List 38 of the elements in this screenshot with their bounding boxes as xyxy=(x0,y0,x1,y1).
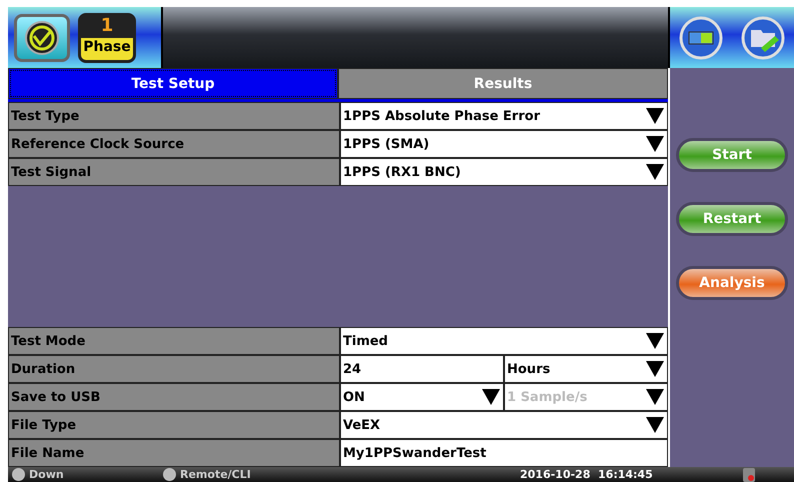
field-label: Test Signal xyxy=(8,158,340,186)
field-label: Save to USB xyxy=(8,383,340,411)
field-label: File Name xyxy=(8,439,340,467)
phase-test-badge[interactable]: 1 Phase xyxy=(78,12,136,62)
dropdown-arrow-icon xyxy=(645,135,665,153)
date-time: 2016-10-28 16:14:45 xyxy=(520,468,653,481)
dropdown-field[interactable]: Timed xyxy=(340,327,668,355)
dropdown-arrow-icon xyxy=(645,163,665,181)
field-label: Reference Clock Source xyxy=(8,130,340,158)
dropdown-field[interactable]: ON xyxy=(340,383,504,411)
input-field[interactable]: My1PPSwanderTest xyxy=(340,439,668,467)
remote-status-text: Remote/CLI xyxy=(180,468,252,481)
field-label: Duration xyxy=(8,355,340,383)
ip-status-icon xyxy=(12,468,25,481)
remote-status-icon xyxy=(163,468,176,481)
input-field[interactable]: 24 xyxy=(340,355,504,383)
dropdown-arrow-icon xyxy=(645,416,665,434)
tab[interactable]: Results xyxy=(338,68,668,99)
field-label: Test Mode xyxy=(8,327,340,355)
dropdown-field[interactable]: VeEX xyxy=(340,411,668,439)
usb-folder-icon[interactable] xyxy=(741,16,785,60)
dropdown-field[interactable]: 1PPS (RX1 BNC) xyxy=(340,158,668,186)
dropdown-arrow-icon xyxy=(645,360,665,378)
dropdown-arrow-icon xyxy=(645,107,665,125)
logo-icon xyxy=(24,20,60,56)
battery-icon[interactable] xyxy=(679,16,723,60)
dropdown-arrow-icon xyxy=(481,388,501,406)
device-icon xyxy=(742,468,755,482)
tab[interactable]: Test Setup xyxy=(8,68,338,99)
field-label: Test Type xyxy=(8,102,340,130)
home-button[interactable] xyxy=(14,14,70,62)
dropdown-field[interactable]: 1PPS (SMA) xyxy=(340,130,668,158)
dropdown-field[interactable]: 1PPS Absolute Phase Error xyxy=(340,102,668,130)
dropdown-arrow-icon xyxy=(645,388,665,406)
dropdown-field[interactable]: Hours xyxy=(504,355,668,383)
ip-status-text: Down xyxy=(29,468,65,481)
field-label: File Type xyxy=(8,411,340,439)
dropdown-arrow-icon xyxy=(645,332,665,350)
